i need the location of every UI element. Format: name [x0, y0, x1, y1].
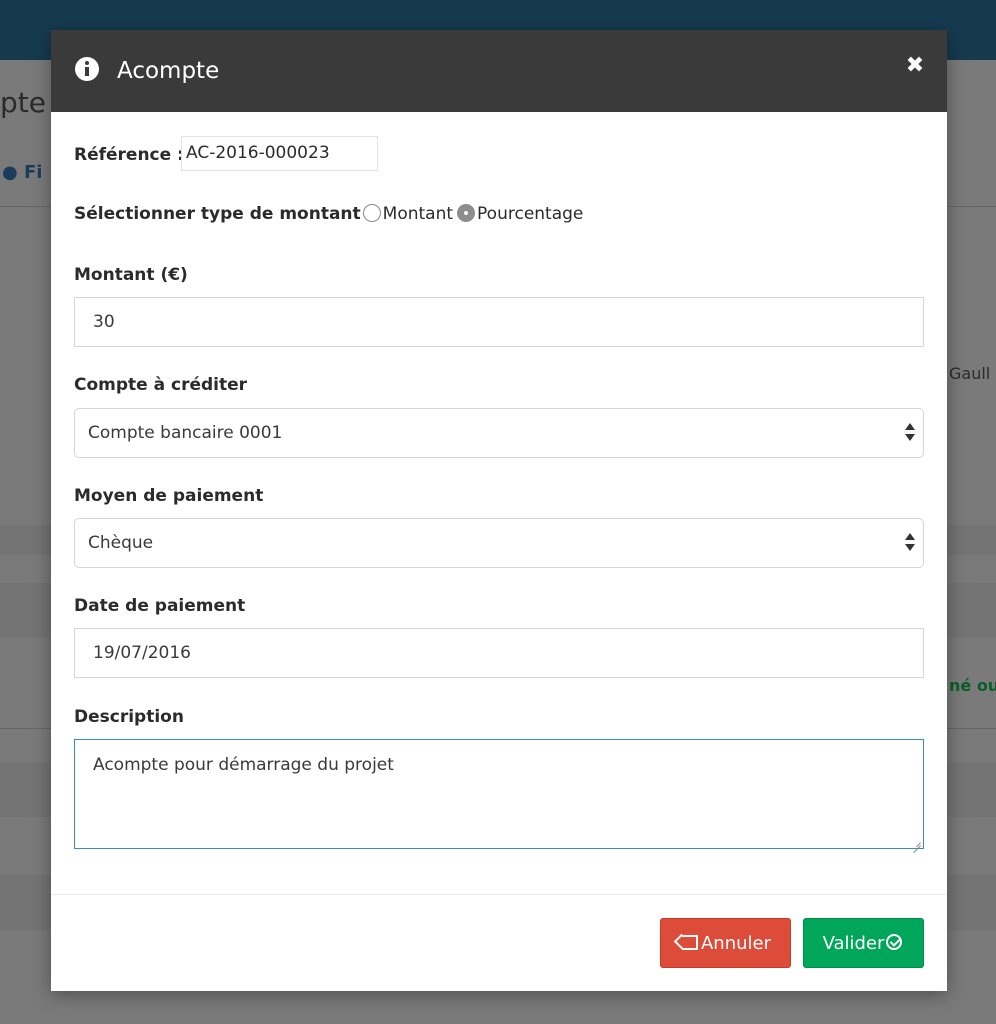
resize-grip-icon[interactable]	[911, 836, 921, 846]
modal-header: Acompte ✖	[51, 30, 947, 112]
acompte-modal: Acompte ✖ Référence : AC-2016-000023 Sél…	[51, 30, 947, 991]
modal-footer-divider	[51, 894, 947, 895]
description-text: Acompte pour démarrage du projet	[93, 755, 394, 775]
background-user-link: ● Fi	[2, 162, 42, 183]
description-textarea[interactable]: Acompte pour démarrage du projet	[74, 739, 924, 849]
payment-date-label: Date de paiement	[74, 596, 246, 616]
background-side-text: Gaull	[949, 364, 991, 383]
radio-montant[interactable]	[362, 204, 381, 222]
user-icon: ●	[2, 162, 18, 183]
backspace-icon	[681, 934, 698, 950]
payment-method-label: Moyen de paiement	[74, 486, 264, 506]
radio-montant-label[interactable]: Montant	[383, 204, 453, 224]
account-select-value: Compte bancaire 0001	[88, 423, 283, 443]
reference-input[interactable]: AC-2016-000023	[181, 136, 378, 171]
background-page-title: pte	[0, 86, 46, 119]
amount-type-group: Sélectionner type de montant Montant Pourc…	[74, 204, 585, 228]
info-icon	[75, 57, 99, 81]
modal-title: Acompte	[117, 58, 220, 84]
select-arrows-icon	[905, 423, 915, 443]
cancel-button-label: Annuler	[700, 933, 771, 954]
background-user-link-text: Fi	[24, 162, 43, 183]
close-button[interactable]: ✖	[903, 52, 927, 80]
cancel-button[interactable]: Annuler	[660, 918, 791, 968]
account-select[interactable]: Compte bancaire 0001	[74, 408, 924, 458]
payment-method-select[interactable]: Chèque	[74, 518, 924, 568]
amount-label: Montant (€)	[74, 265, 188, 285]
payment-method-select-value: Chèque	[88, 533, 154, 553]
background-side-text-green: né ou	[949, 676, 996, 695]
select-arrows-icon	[905, 533, 915, 553]
validate-button[interactable]: Valider	[803, 918, 924, 968]
payment-date-input[interactable]: 19/07/2016	[74, 628, 924, 678]
account-label: Compte à créditer	[74, 375, 248, 395]
amount-input[interactable]: 30	[74, 297, 924, 347]
radio-pourcentage[interactable]	[457, 204, 476, 222]
validate-button-label: Valider	[822, 933, 885, 954]
radio-pourcentage-label[interactable]: Pourcentage	[477, 204, 583, 224]
reference-label: Référence :	[74, 145, 184, 165]
description-label: Description	[74, 707, 184, 727]
amount-type-label: Sélectionner type de montant	[74, 204, 361, 224]
check-circle-icon	[886, 934, 903, 950]
